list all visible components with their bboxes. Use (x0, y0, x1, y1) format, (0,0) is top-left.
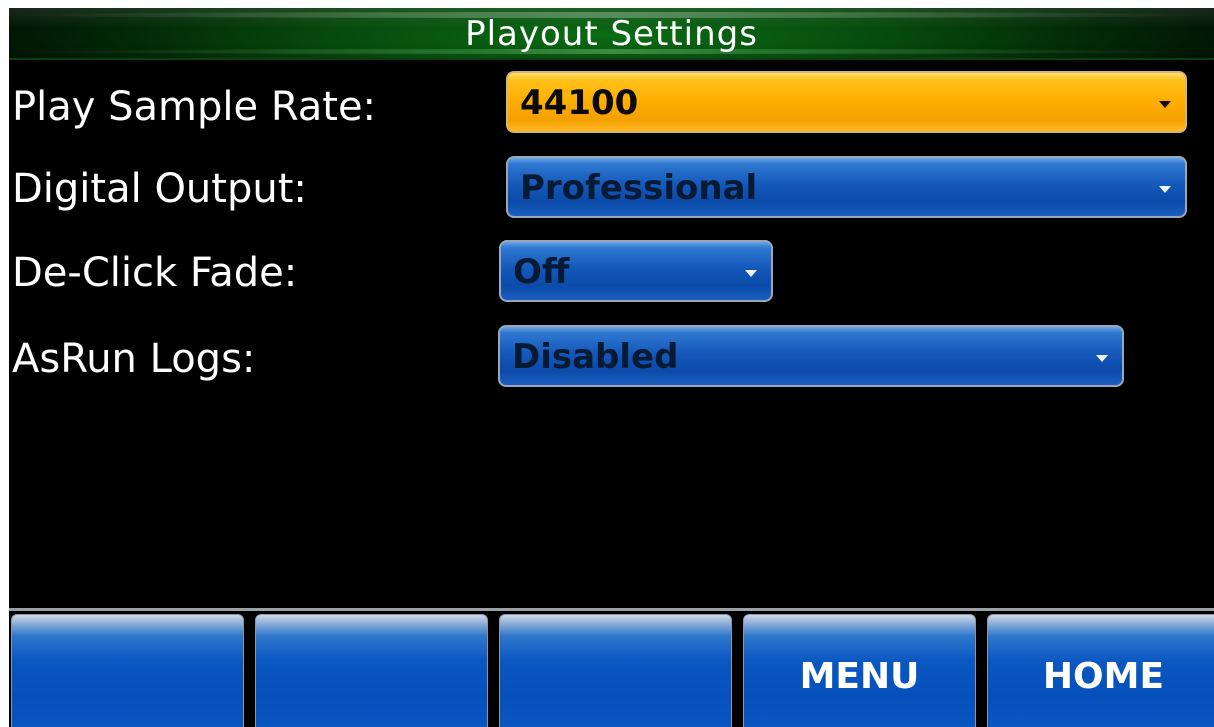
asrun-logs-select[interactable]: Disabled (498, 325, 1124, 387)
chevron-down-icon (1096, 355, 1108, 362)
playout-settings-screen: Playout Settings Play Sample Rate: 44100… (9, 8, 1214, 727)
play-sample-rate-value: 44100 (520, 83, 639, 123)
de-click-fade-label: De-Click Fade: (12, 250, 298, 296)
nav-button-3[interactable] (499, 614, 732, 727)
de-click-fade-select[interactable]: Off (499, 240, 773, 302)
bottom-divider (9, 608, 1214, 611)
digital-output-value: Professional (520, 168, 758, 208)
chevron-down-icon (1159, 101, 1171, 108)
home-button-label: HOME (1042, 656, 1165, 697)
play-sample-rate-label: Play Sample Rate: (12, 84, 377, 130)
play-sample-rate-select[interactable]: 44100 (506, 71, 1187, 133)
de-click-fade-value: Off (513, 252, 570, 292)
title-bar: Playout Settings (9, 8, 1214, 60)
chevron-down-icon (745, 270, 757, 277)
nav-button-1[interactable] (11, 614, 244, 727)
home-button[interactable]: HOME (987, 614, 1214, 727)
digital-output-select[interactable]: Professional (506, 156, 1187, 218)
menu-button-label: MENU (799, 656, 920, 697)
digital-output-label: Digital Output: (12, 166, 307, 212)
chevron-down-icon (1159, 186, 1171, 193)
asrun-logs-value: Disabled (512, 337, 679, 377)
page-title: Playout Settings (465, 14, 758, 54)
nav-button-2[interactable] (255, 614, 488, 727)
asrun-logs-label: AsRun Logs: (12, 336, 256, 382)
menu-button[interactable]: MENU (743, 614, 976, 727)
